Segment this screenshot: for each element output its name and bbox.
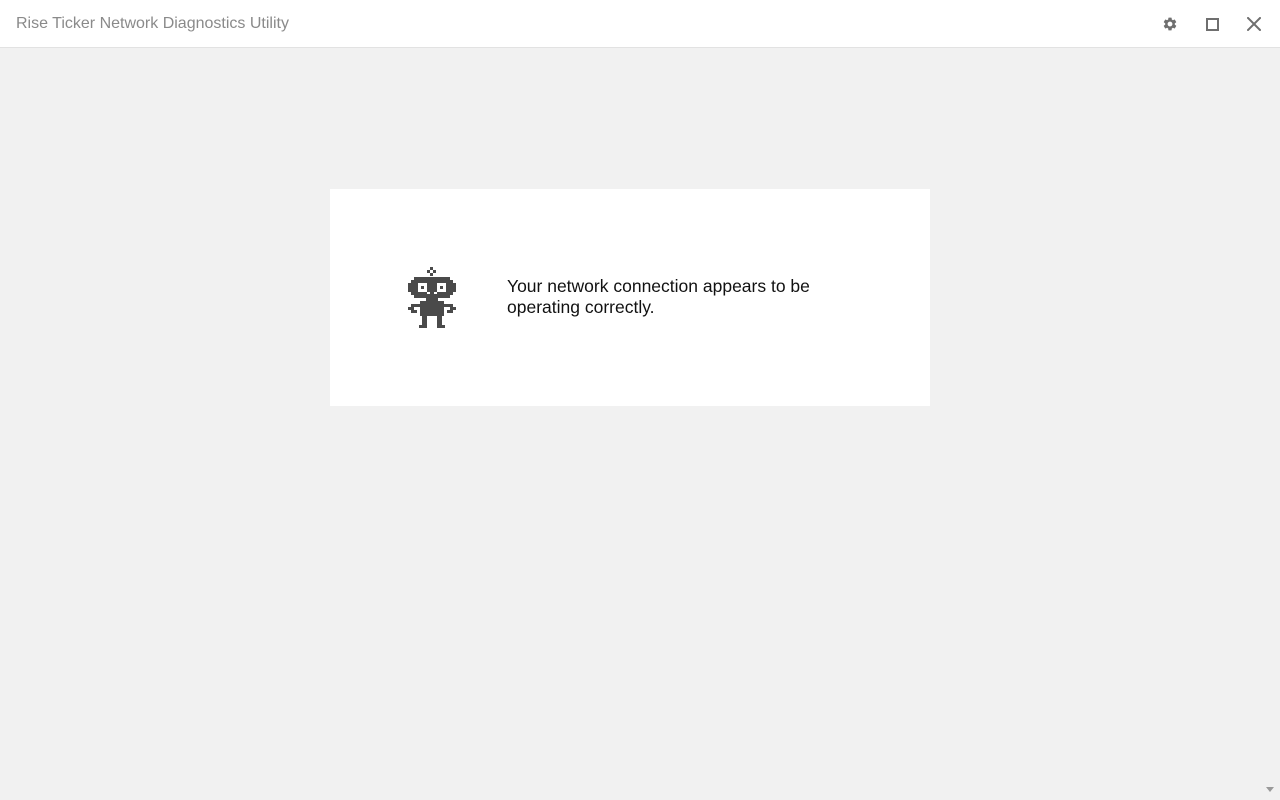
title-bar: Rise Ticker Network Diagnostics Utility [0,0,1280,48]
robot-icon [408,267,456,329]
status-message: Your network connection appears to be op… [507,276,810,317]
gear-icon [1162,16,1178,32]
maximize-button[interactable] [1200,12,1224,36]
status-card: Your network connection appears to be op… [330,189,930,406]
close-icon [1247,17,1261,31]
scroll-down-arrow[interactable] [1266,787,1274,792]
close-button[interactable] [1242,12,1266,36]
maximize-icon [1205,17,1219,31]
settings-button[interactable] [1158,12,1182,36]
app-title: Rise Ticker Network Diagnostics Utility [16,15,289,32]
